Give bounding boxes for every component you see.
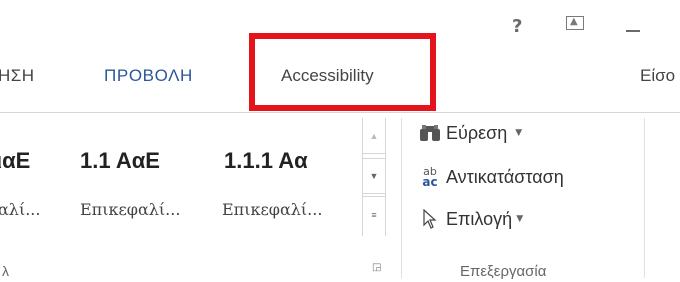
gallery-scroll: ▲ ▼ ≡ [362, 118, 386, 236]
tab-view[interactable]: ΠΡΟΒΟΛΗ [104, 66, 193, 86]
group-separator-right [644, 118, 645, 278]
select-label: Επιλογή [446, 208, 513, 229]
chevron-down-icon: ▼ [369, 171, 379, 181]
highlight-box [249, 33, 436, 111]
chevron-down-icon: ▼ [516, 214, 524, 224]
binoculars-icon [418, 122, 442, 144]
gallery-more-button[interactable]: ≡ [363, 196, 385, 232]
chevron-up-icon: ▲ [369, 130, 379, 141]
find-label: Εύρεση [446, 122, 508, 143]
group-separator [401, 118, 402, 278]
style-sample-2[interactable]: 1.1 ΑαΕ [80, 148, 160, 174]
style-label-2: Επικεφαλί... [80, 200, 181, 219]
replace-button[interactable]: ab ac Αντικατάσταση [418, 165, 564, 189]
tab-partial-left[interactable]: ΗΣΗ [0, 66, 35, 86]
style-label-3: Επικεφαλί... [222, 200, 323, 219]
help-button[interactable]: ? [512, 16, 522, 37]
find-button[interactable]: Εύρεση ▼ [418, 122, 522, 144]
pointer-icon [418, 208, 442, 230]
replace-label: Αντικατάσταση [446, 166, 564, 187]
arrow-up-icon: ▲ [570, 16, 578, 27]
chevron-down-icon: ▼ [515, 128, 523, 138]
select-button[interactable]: Επιλογή ▼ [418, 208, 523, 230]
editing-group-label: Επεξεργασία [460, 263, 547, 280]
gallery-scroll-down-button[interactable]: ▼ [363, 158, 385, 194]
styles-dialog-launcher-icon[interactable]: ◲ [372, 262, 384, 274]
styles-gallery: ιαΕ 1.1 ΑαΕ 1.1.1 Αα αλί... Επικεφαλί...… [0, 118, 360, 238]
style-sample-1[interactable]: ιαΕ [0, 148, 30, 174]
gallery-scroll-up-button[interactable]: ▲ [363, 118, 385, 154]
tab-partial-right[interactable]: Είσο [640, 66, 675, 86]
style-sample-3[interactable]: 1.1.1 Αα [224, 148, 308, 174]
style-label-1: αλί... [0, 200, 41, 219]
more-icon: ≡ [371, 209, 377, 220]
ribbon-display-options-button[interactable]: ▲ [566, 16, 584, 30]
replace-icon: ab ac [422, 165, 438, 189]
minimize-button[interactable] [626, 30, 640, 32]
styles-group-label: λ [2, 263, 9, 279]
